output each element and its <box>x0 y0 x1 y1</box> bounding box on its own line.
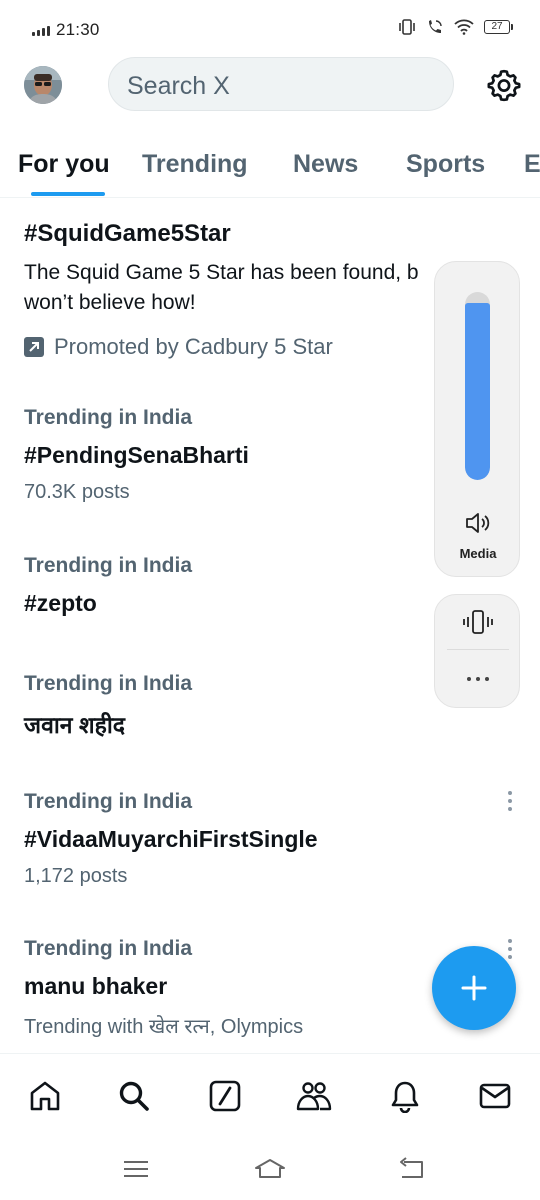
avatar-image <box>24 66 62 104</box>
explore-tabs: For you Trending News Sports E <box>0 138 540 198</box>
search-icon <box>119 1081 149 1111</box>
volume-slider[interactable] <box>465 292 490 480</box>
trend-item[interactable]: Trending in India जवान शहीद <box>24 672 494 740</box>
trend-item[interactable]: Trending in India #VidaaMuyarchiFirstSin… <box>24 790 494 888</box>
promoted-label-row: Promoted by Cadbury 5 Star <box>24 334 494 360</box>
tab-entertainment[interactable]: E <box>524 150 540 179</box>
speaker-icon[interactable] <box>464 511 492 535</box>
tab-news[interactable]: News <box>293 150 358 179</box>
volume-stream-label: Media <box>459 546 497 561</box>
wifi-calling-icon <box>429 20 442 33</box>
tab-trending[interactable]: Trending <box>142 150 248 179</box>
system-navigation-bar <box>0 1137 540 1200</box>
trend-item[interactable]: Trending in India #zepto <box>24 554 494 617</box>
home-icon <box>30 1081 60 1111</box>
trend-post-count: 70.3K posts <box>24 481 130 503</box>
trend-topic: manu bhaker <box>24 973 168 999</box>
back-button-icon[interactable] <box>396 1155 428 1183</box>
trend-topic: #zepto <box>24 590 97 616</box>
trend-post-count: 1,172 posts <box>24 865 128 887</box>
trend-item[interactable]: Trending in India manu bhaker Trending w… <box>24 937 494 1039</box>
status-right: 27 <box>398 19 513 35</box>
vibrate-mode-icon[interactable] <box>463 609 493 635</box>
search-input[interactable]: Search X <box>108 57 454 111</box>
wifi-icon <box>454 19 474 35</box>
tab-for-you[interactable]: For you <box>18 150 110 179</box>
notifications-icon <box>391 1081 419 1113</box>
promoted-label: Promoted by Cadbury 5 Star <box>54 334 333 359</box>
status-time: 21:30 <box>56 20 100 39</box>
tab-sports[interactable]: Sports <box>406 150 485 179</box>
status-left: 21:30 <box>32 20 100 40</box>
promoted-description-line1: The Squid Game 5 Star has been found, b <box>24 261 419 284</box>
nav-messages[interactable] <box>473 1074 517 1118</box>
status-bar: 21:30 27 <box>0 0 540 60</box>
vibrate-icon <box>399 19 415 35</box>
grok-icon <box>209 1080 241 1112</box>
nav-notifications[interactable] <box>383 1074 427 1118</box>
trend-context: Trending in India <box>24 406 192 429</box>
compose-fab-button[interactable] <box>432 946 516 1030</box>
trend-context: Trending in India <box>24 672 192 695</box>
trend-topic: #PendingSenaBharti <box>24 442 249 468</box>
communities-icon <box>296 1082 332 1111</box>
battery-icon: 27 <box>484 20 513 34</box>
nav-communities[interactable] <box>292 1074 336 1118</box>
trend-context: Trending in India <box>24 790 192 813</box>
messages-icon <box>479 1083 511 1109</box>
trend-topic: #VidaaMuyarchiFirstSingle <box>24 826 318 852</box>
promoted-description-line2: won’t believe how! <box>24 291 196 314</box>
battery-level: 27 <box>491 21 503 32</box>
promoted-icon <box>24 337 44 357</box>
promoted-title: #SquidGame5Star <box>24 220 231 247</box>
more-options-icon[interactable] <box>504 790 516 812</box>
settings-gear-icon[interactable] <box>486 67 522 103</box>
trend-context: Trending in India <box>24 554 192 577</box>
more-options-icon[interactable] <box>504 938 516 960</box>
profile-avatar[interactable] <box>24 66 62 104</box>
trend-context: Trending in India <box>24 937 192 960</box>
nav-home[interactable] <box>23 1074 67 1118</box>
active-tab-indicator <box>31 192 105 196</box>
trend-related: Trending with खेल रत्न, Olympics <box>24 1016 304 1038</box>
trend-item[interactable]: Trending in India #PendingSenaBharti 70.… <box>24 406 494 504</box>
nav-explore[interactable] <box>112 1074 156 1118</box>
recent-apps-icon[interactable] <box>120 1155 152 1183</box>
plus-icon <box>461 975 487 1001</box>
volume-panel: Media <box>434 261 520 577</box>
volume-level-fill <box>465 303 490 480</box>
nav-grok[interactable] <box>203 1074 247 1118</box>
more-settings-icon[interactable] <box>466 675 490 683</box>
home-button-icon[interactable] <box>254 1155 286 1183</box>
signal-icon <box>32 24 50 36</box>
search-placeholder: Search X <box>127 72 230 100</box>
ringer-mode-panel <box>434 594 520 708</box>
panel-divider <box>447 649 509 650</box>
promoted-trend[interactable]: #SquidGame5Star The Squid Game 5 Star ha… <box>24 220 494 360</box>
top-header: Search X <box>0 56 540 116</box>
trend-topic: जवान शहीद <box>24 712 125 738</box>
bottom-navigation <box>0 1053 540 1137</box>
